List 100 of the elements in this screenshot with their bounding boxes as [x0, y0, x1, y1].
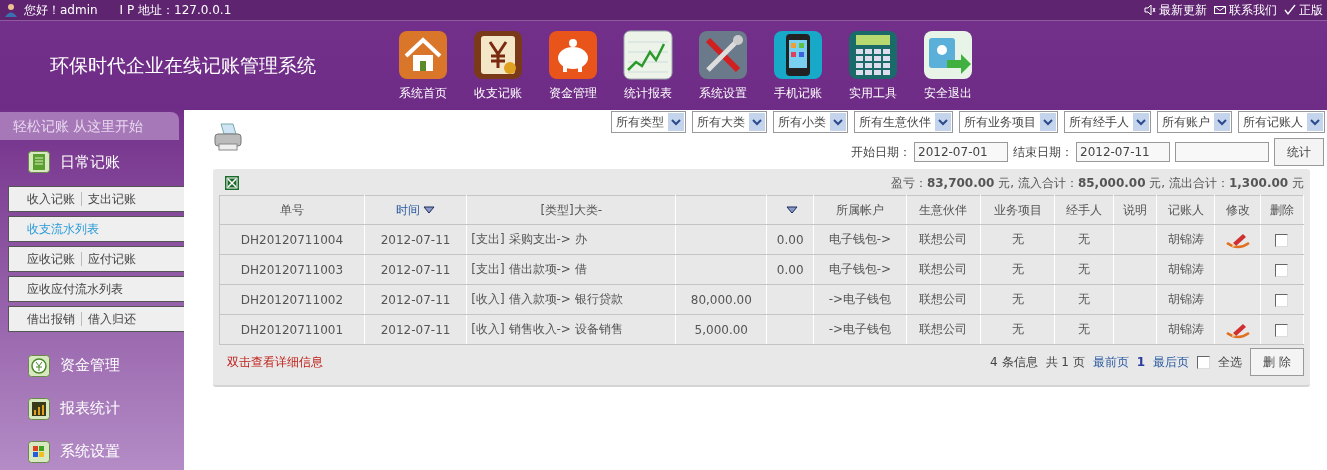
sidebar-section[interactable]: 资金管理 — [60, 356, 120, 375]
last-page-link[interactable]: 最后页 — [1153, 353, 1190, 371]
table-cell: DH20120711002 — [219, 284, 365, 315]
filter-dropdown[interactable]: 所有记账人 — [1238, 111, 1325, 133]
record-count: 4 条信息 — [990, 353, 1038, 371]
yen-book-icon[interactable] — [473, 30, 523, 80]
nav-link[interactable]: 系统首页 — [399, 85, 447, 102]
table-cell: [支出] 借出款项-> 借 — [466, 254, 676, 285]
nav-link[interactable]: 手机记账 — [774, 85, 822, 102]
row-checkbox[interactable] — [1275, 233, 1289, 247]
column-header: 单号 — [219, 195, 365, 225]
table-cell — [766, 314, 814, 345]
submenu-link[interactable]: 支出记账 — [88, 190, 136, 208]
filter-dropdown[interactable]: 所有大类 — [692, 111, 767, 133]
tools-icon[interactable] — [698, 30, 748, 80]
table-cell: 2012-07-11 — [364, 224, 467, 255]
calculator-icon[interactable] — [848, 30, 898, 80]
table-cell: 80,000.00 — [675, 284, 767, 315]
first-page-link[interactable]: 最前页 — [1092, 353, 1129, 371]
window-logo-icon — [28, 440, 50, 463]
filter-dropdown[interactable]: 所有小类 — [773, 111, 848, 133]
table-cell: 胡锦涛 — [1156, 314, 1215, 345]
table-cell: 胡锦涛 — [1156, 224, 1215, 255]
user-icon — [4, 3, 18, 17]
table-cell: 胡锦涛 — [1156, 284, 1215, 315]
piggy-bank-icon[interactable] — [548, 30, 598, 80]
column-header: 修改 — [1214, 195, 1261, 225]
nav-link[interactable]: 安全退出 — [924, 85, 972, 102]
phone-icon[interactable] — [773, 30, 823, 80]
table-cell: ->电子钱包 — [813, 284, 907, 315]
column-header[interactable] — [766, 195, 814, 225]
nav-link[interactable]: 资金管理 — [549, 85, 597, 102]
filter-dropdown[interactable]: 所有账户 — [1157, 111, 1232, 133]
row-checkbox[interactable] — [1275, 323, 1289, 337]
row-checkbox[interactable] — [1275, 263, 1289, 277]
top-link[interactable]: 联系我们 — [1229, 1, 1277, 19]
submenu-link[interactable]: 应收记账 — [27, 250, 75, 268]
stats-button[interactable]: 统计 — [1274, 138, 1324, 166]
spreadsheet-icon[interactable] — [225, 176, 239, 190]
filter-dropdown[interactable]: 所有类型 — [611, 111, 686, 133]
end-date-field[interactable]: 2012-07-11 — [1076, 142, 1170, 162]
column-header[interactable]: 时间 — [364, 195, 467, 225]
nav-link[interactable]: 系统设置 — [699, 85, 747, 102]
table-cell: 无 — [980, 284, 1055, 315]
page-count: 共 1 页 — [1045, 353, 1085, 371]
start-date-field[interactable]: 2012-07-01 — [914, 142, 1008, 162]
sort-down-icon — [423, 205, 436, 214]
row-checkbox[interactable] — [1275, 293, 1289, 307]
select-all-checkbox[interactable] — [1197, 355, 1211, 369]
sidebar-section[interactable]: 日常记账 — [60, 152, 120, 172]
submenu-link[interactable]: 收入记账 — [27, 190, 75, 208]
table-cell: 5,000.00 — [675, 314, 767, 345]
table-cell — [766, 284, 814, 315]
table-cell — [1113, 224, 1157, 255]
table-cell: ->电子钱包 — [813, 314, 907, 345]
line-chart-icon[interactable] — [623, 30, 673, 80]
table-cell: 电子钱包-> — [813, 224, 907, 255]
filter-dropdown[interactable]: 所有生意伙伴 — [854, 111, 953, 133]
search-field[interactable] — [1175, 142, 1269, 162]
table-cell: 无 — [980, 254, 1055, 285]
table-cell: DH20120711001 — [219, 314, 365, 345]
table-cell: DH20120711003 — [219, 254, 365, 285]
house-icon[interactable] — [398, 30, 448, 80]
printer-icon[interactable] — [213, 122, 243, 154]
table-cell: 无 — [1054, 254, 1114, 285]
table-cell: 2012-07-11 — [364, 314, 467, 345]
submenu-link[interactable]: 借出报销 — [27, 310, 75, 328]
app-title: 环保时代企业在线记账管理系统 — [50, 53, 317, 78]
table-cell: 胡锦涛 — [1156, 254, 1215, 285]
table-cell: 联想公司 — [906, 254, 981, 285]
nav-link[interactable]: 收支记账 — [474, 85, 522, 102]
table-cell — [1113, 284, 1157, 315]
top-link[interactable]: 最新更新 — [1159, 1, 1207, 19]
nav-link[interactable]: 统计报表 — [624, 85, 672, 102]
table-cell — [1113, 254, 1157, 285]
ip-address-text: I P 地址：127.0.0.1 — [119, 1, 232, 19]
bar-chart-icon — [28, 397, 50, 420]
hint-text: 双击查看详细信息 — [227, 353, 323, 371]
submenu-link[interactable]: 借入归还 — [88, 310, 136, 328]
submenu-link[interactable]: 应收应付流水列表 — [27, 280, 123, 298]
filter-dropdown[interactable]: 所有业务项目 — [959, 111, 1058, 133]
table-cell: [收入] 借入款项-> 银行贷款 — [466, 284, 676, 315]
table-cell: [支出] 采购支出-> 办 — [466, 224, 676, 255]
table-cell — [1113, 314, 1157, 345]
column-header: 说明 — [1113, 195, 1157, 225]
table-cell: 0.00 — [766, 224, 814, 255]
column-header: 记账人 — [1156, 195, 1215, 225]
nav-link[interactable]: 实用工具 — [849, 85, 897, 102]
submenu-link[interactable]: 应付记账 — [88, 250, 136, 268]
column-header: 删除 — [1260, 195, 1304, 225]
yen-coin-icon — [28, 354, 50, 377]
filter-dropdown[interactable]: 所有经手人 — [1064, 111, 1151, 133]
delete-button[interactable]: 删 除 — [1250, 348, 1304, 376]
top-link[interactable]: 正版 — [1299, 1, 1323, 19]
speaker-icon — [1144, 4, 1156, 16]
column-header: 经手人 — [1054, 195, 1114, 225]
page-number-link[interactable]: 1 — [1136, 355, 1146, 369]
mail-icon — [1214, 4, 1226, 16]
table-cell: DH20120711004 — [219, 224, 365, 255]
table-cell: [收入] 销售收入-> 设备销售 — [466, 314, 676, 345]
